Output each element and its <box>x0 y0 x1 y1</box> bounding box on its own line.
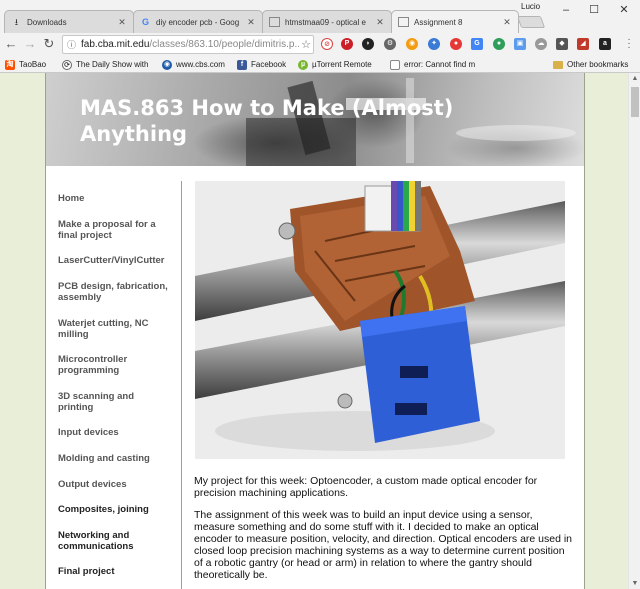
utorrent-icon: µ <box>298 59 308 70</box>
translate-icon[interactable]: G <box>471 38 483 50</box>
tab-strip: ⭳ Downloads ✕ G diy encoder pcb - Goog ✕… <box>0 0 640 33</box>
tab-htmstmaa09[interactable]: htmstmaa09 - optical e ✕ <box>262 10 392 33</box>
bookmark-cbs[interactable]: ◉ www.cbs.com <box>162 58 225 71</box>
nav-item-composites[interactable]: Composites, joining <box>58 504 182 515</box>
shield-icon[interactable]: ◆ <box>556 38 568 50</box>
tab-title: diy encoder pcb - Goog <box>156 17 240 27</box>
reload-icon[interactable]: ↻ <box>41 36 57 52</box>
minimize-icon[interactable]: – <box>552 2 580 18</box>
close-window-icon[interactable]: ✕ <box>610 2 638 18</box>
nav-item-input-devices[interactable]: Input devices <box>58 427 182 438</box>
bookmark-error[interactable]: error: Cannot find m <box>390 58 475 71</box>
body-paragraph: The assignment of this week was to build… <box>194 509 573 581</box>
browser-toolbar: ← → ↻ ⓘ fab.cba.mit.edu/classes/863.10/p… <box>0 33 640 56</box>
header-banner: MAS.863 How to Make (Almost) Anything <box>46 73 584 166</box>
bookmarks-bar: 淘 TaoBao ⟳ The Daily Show with ◉ www.cbs… <box>0 56 640 73</box>
info-icon[interactable]: ⓘ <box>67 38 76 51</box>
address-bar[interactable]: ⓘ fab.cba.mit.edu/classes/863.10/people/… <box>62 35 314 54</box>
bookmark-label: error: Cannot find m <box>404 60 476 69</box>
nav-item-waterjet[interactable]: Waterjet cutting, NC milling <box>58 318 176 340</box>
page-container: MAS.863 How to Make (Almost) Anything Ho… <box>45 73 585 589</box>
nav-item-lasercutter[interactable]: LaserCutter/VinylCutter <box>58 255 182 266</box>
folder-icon <box>553 60 563 69</box>
nav-item-3d-scanning[interactable]: 3D scanning and printing <box>58 391 158 413</box>
bookmark-daily-show[interactable]: ⟳ The Daily Show with <box>62 58 148 71</box>
tab-downloads[interactable]: ⭳ Downloads ✕ <box>4 10 134 33</box>
maximize-icon[interactable]: ☐ <box>580 2 608 18</box>
scrollbar-thumb[interactable] <box>631 87 639 117</box>
bookmark-label: www.cbs.com <box>176 60 225 69</box>
extension-icon[interactable]: ● <box>450 38 462 50</box>
extension-icon[interactable]: ◗ <box>362 38 374 50</box>
extension-icon[interactable]: ◉ <box>406 38 418 50</box>
close-icon[interactable]: ✕ <box>246 17 256 28</box>
extension-icon[interactable]: ⊘ <box>321 38 333 50</box>
nav-item-home[interactable]: Home <box>58 193 182 204</box>
pinterest-icon[interactable]: P <box>341 38 353 50</box>
extension-icon[interactable]: a <box>599 38 611 50</box>
optoencoder-photo <box>195 181 565 459</box>
bookmark-utorrent[interactable]: µ µTorrent Remote <box>298 58 372 71</box>
page-icon <box>398 17 409 27</box>
bookmark-label: The Daily Show with <box>76 60 149 69</box>
taobao-icon: 淘 <box>5 59 15 70</box>
forward-icon[interactable]: → <box>22 36 38 52</box>
page-icon <box>269 17 280 27</box>
tab-title: Downloads <box>27 17 67 27</box>
daily-show-icon: ⟳ <box>62 59 72 70</box>
tab-google-search[interactable]: G diy encoder pcb - Goog ✕ <box>133 10 263 33</box>
sidebar-nav: Home Make a proposal for a final project… <box>46 181 182 589</box>
facebook-icon: f <box>237 59 247 70</box>
nav-item-pcb-design[interactable]: PCB design, fabrication, assembly <box>58 281 176 303</box>
bookmark-taobao[interactable]: 淘 TaoBao <box>5 58 46 71</box>
tab-title: htmstmaa09 - optical e <box>285 17 366 27</box>
bookmark-label: TaoBao <box>19 60 47 69</box>
extension-icon[interactable]: ▣ <box>514 38 526 50</box>
close-icon[interactable]: ✕ <box>502 17 512 28</box>
scroll-up-icon[interactable]: ▲ <box>631 75 639 82</box>
extension-icon[interactable]: ◢ <box>577 38 589 50</box>
cbs-icon: ◉ <box>162 59 172 70</box>
star-icon[interactable]: ☆ <box>299 38 313 51</box>
extension-icon[interactable]: ✦ <box>428 38 440 50</box>
download-icon: ⭳ <box>14 16 19 27</box>
bookmark-label: Other bookmarks <box>567 60 629 69</box>
page-icon <box>390 59 400 70</box>
nav-item-molding[interactable]: Molding and casting <box>58 453 182 464</box>
page-viewport: MAS.863 How to Make (Almost) Anything Ho… <box>0 73 628 589</box>
extension-icon[interactable]: ● <box>493 38 505 50</box>
back-icon[interactable]: ← <box>3 36 19 52</box>
bookmark-label: µTorrent Remote <box>312 60 372 69</box>
tab-title: Assignment 8 <box>414 17 463 27</box>
nav-item-microcontroller[interactable]: Microcontroller programming <box>58 354 176 376</box>
profile-name[interactable]: Lucio <box>521 2 540 11</box>
tab-assignment-8[interactable]: Assignment 8 ✕ <box>391 10 519 33</box>
new-tab-button[interactable] <box>516 16 546 28</box>
close-icon[interactable]: ✕ <box>375 17 385 28</box>
other-bookmarks[interactable]: Other bookmarks <box>553 58 628 71</box>
bookmark-facebook[interactable]: f Facebook <box>237 58 286 71</box>
intro-paragraph: My project for this week: Optoencoder, a… <box>194 475 538 499</box>
nav-item-final-project-proposal[interactable]: Make a proposal for a final project <box>58 219 176 241</box>
nav-item-final-project[interactable]: Final project <box>58 566 182 577</box>
article-body: My project for this week: Optoencoder, a… <box>194 475 572 589</box>
gear-icon[interactable]: ⚙ <box>384 38 396 50</box>
close-icon[interactable]: ✕ <box>117 17 127 28</box>
url-path: /classes/863.10/people/dimitris.p... <box>149 39 299 50</box>
scroll-down-icon[interactable]: ▼ <box>631 580 639 587</box>
nav-item-output-devices[interactable]: Output devices <box>58 479 182 490</box>
nav-item-networking[interactable]: Networking and communications <box>58 530 176 552</box>
url-host: fab.cba.mit.edu <box>81 39 150 50</box>
bookmark-label: Facebook <box>251 60 287 69</box>
cloud-icon[interactable]: ☁ <box>535 38 547 50</box>
menu-icon[interactable]: · · · <box>625 35 633 53</box>
page-title: MAS.863 How to Make (Almost) Anything <box>80 96 454 146</box>
vertical-scrollbar[interactable]: ▲ ▼ <box>628 73 640 589</box>
google-icon: G <box>141 16 149 27</box>
